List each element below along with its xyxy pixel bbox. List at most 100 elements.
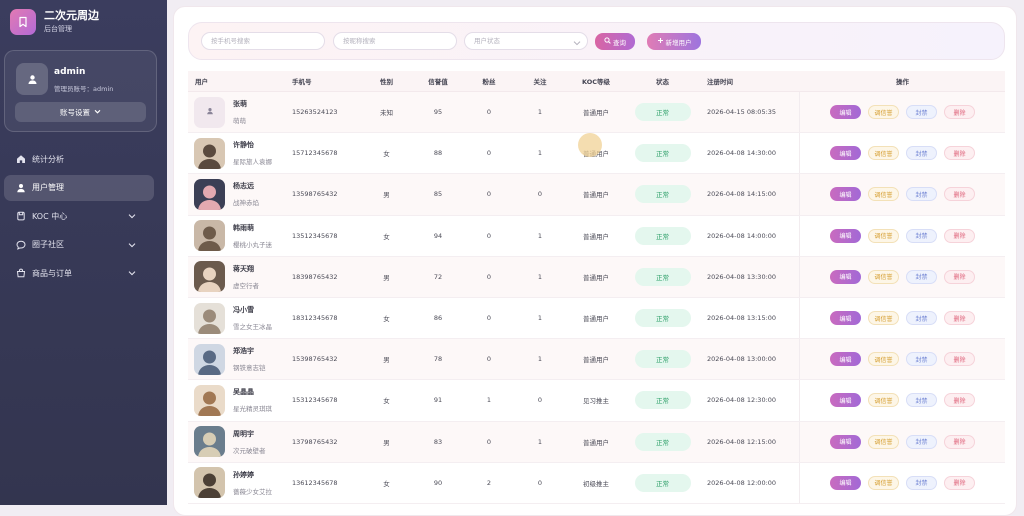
credit-cell: 90 [433, 478, 443, 487]
query-button[interactable]: 查询 [595, 33, 635, 50]
edit-button[interactable]: 编辑 [830, 105, 861, 120]
delete-button[interactable]: 删除 [944, 228, 975, 243]
status-badge: 正常 [634, 391, 691, 410]
nav-item-users[interactable]: 用户管理 [4, 174, 154, 201]
ban-button[interactable]: 封禁 [906, 105, 937, 120]
user-icon [15, 183, 27, 193]
user-avatar-photo [194, 426, 225, 458]
ban-button[interactable]: 封禁 [906, 393, 937, 408]
status-badge: 正常 [634, 103, 691, 122]
delete-button[interactable]: 删除 [944, 311, 975, 326]
admin-avatar [16, 63, 48, 95]
status-cell: 正常 [623, 380, 702, 420]
fans-cell: 0 [486, 355, 492, 364]
ban-button[interactable]: 封禁 [906, 475, 937, 490]
koc-level-cell: 普通用户 [583, 356, 609, 365]
user-avatar-photo [194, 261, 225, 293]
edit-button[interactable]: 编辑 [830, 187, 861, 202]
edit-button[interactable]: 编辑 [830, 311, 861, 326]
phone-search-input[interactable]: 按手机号搜索 [201, 32, 325, 50]
edit-button[interactable]: 编辑 [830, 146, 861, 161]
registered-cell: 2026-04-08 12:30:00 [702, 380, 800, 421]
user-avatar-photo [194, 178, 225, 210]
status-cell: 正常 [623, 463, 702, 503]
ban-button[interactable]: 封禁 [906, 311, 937, 326]
follow-cell: 0 [537, 396, 543, 405]
koc-level-cell: 见习推主 [583, 397, 609, 406]
cursor-highlight [578, 133, 602, 157]
ban-button[interactable]: 封禁 [906, 352, 937, 367]
delete-button[interactable]: 删除 [944, 475, 975, 490]
adjust-credit-button[interactable]: 调信誉 [868, 352, 899, 367]
ban-button[interactable]: 封禁 [906, 269, 937, 284]
ban-button[interactable]: 封禁 [906, 146, 937, 161]
adjust-credit-button[interactable]: 调信誉 [868, 228, 899, 243]
delete-button[interactable]: 删除 [944, 269, 975, 284]
ban-button[interactable]: 封禁 [906, 187, 937, 202]
adjust-credit-button[interactable]: 调信誉 [868, 475, 899, 490]
nav-item-stats[interactable]: 统计分析 [4, 146, 154, 172]
status-badge: 正常 [634, 309, 691, 328]
status-select[interactable]: 用户状态 [464, 32, 588, 50]
user-name: 张萌 [233, 100, 247, 109]
edit-button[interactable]: 编辑 [830, 434, 861, 449]
nav-item-koc[interactable]: KOC 中心 [4, 203, 154, 229]
status-cell: 正常 [623, 339, 702, 379]
chevron-down-icon [94, 108, 101, 117]
edit-button[interactable]: 编辑 [830, 228, 861, 243]
registered-cell: 2026-04-08 12:15:00 [702, 421, 800, 462]
nickname-search-input[interactable]: 按昵称搜索 [333, 32, 457, 50]
account-settings-button[interactable]: 账号设置 [15, 102, 146, 122]
fans-cell: 1 [486, 396, 492, 405]
query-label: 查询 [613, 38, 626, 47]
edit-button[interactable]: 编辑 [830, 393, 861, 408]
delete-button[interactable]: 删除 [944, 393, 975, 408]
adjust-credit-button[interactable]: 调信誉 [868, 311, 899, 326]
adjust-credit-button[interactable]: 调信誉 [868, 146, 899, 161]
follow-cell: 0 [537, 190, 543, 199]
phone-cell: 13798765432 [292, 437, 338, 446]
user-cell: 许静怡 星际旅人袁娜 [188, 133, 292, 173]
status-cell: 正常 [623, 174, 702, 214]
delete-button[interactable]: 删除 [944, 105, 975, 120]
add-user-button[interactable]: 新增用户 [647, 33, 701, 50]
user-name: 韩雨萌 [233, 223, 254, 232]
adjust-credit-button[interactable]: 调信誉 [868, 105, 899, 120]
registered-cell: 2026-04-08 12:00:00 [702, 462, 800, 503]
column-header: KOC等级 [581, 78, 611, 86]
nav-item-community[interactable]: 圈子社区 [4, 232, 154, 258]
user-name: 郑浩宇 [233, 347, 254, 356]
user-name: 吴晶晶 [233, 388, 254, 397]
edit-button[interactable]: 编辑 [830, 269, 861, 284]
home-icon [15, 154, 27, 164]
edit-button[interactable]: 编辑 [830, 475, 861, 490]
nav-label: 商品与订单 [32, 268, 72, 278]
adjust-credit-button[interactable]: 调信誉 [868, 269, 899, 284]
fans-cell: 0 [486, 314, 492, 323]
registered-cell: 2026-04-08 14:15:00 [702, 174, 800, 215]
nav-item-goods-orders[interactable]: 商品与订单 [4, 260, 154, 286]
delete-button[interactable]: 删除 [944, 434, 975, 449]
status-cell: 正常 [623, 422, 702, 462]
delete-button[interactable]: 删除 [944, 352, 975, 367]
column-header: 性别 [380, 78, 393, 86]
ban-button[interactable]: 封禁 [906, 434, 937, 449]
adjust-credit-button[interactable]: 调信誉 [868, 393, 899, 408]
status-cell: 正常 [623, 216, 702, 256]
credit-cell: 91 [433, 396, 443, 405]
adjust-credit-button[interactable]: 调信誉 [868, 434, 899, 449]
delete-button[interactable]: 删除 [944, 146, 975, 161]
gender-cell: 男 [383, 273, 390, 282]
status-badge: 正常 [634, 144, 691, 163]
fans-cell: 0 [486, 437, 492, 446]
table-row: 杨志远 战神赤焰 13598765432 男 85 0 0 普通用户 正常 2026-04-08 … [188, 174, 1005, 216]
user-nickname: 次元破壁者 [233, 446, 266, 455]
adjust-credit-button[interactable]: 调信誉 [868, 187, 899, 202]
actions-cell: 编辑 调信誉 封禁 删除 [800, 174, 1005, 214]
ban-button[interactable]: 封禁 [906, 228, 937, 243]
fans-cell: 0 [486, 149, 492, 158]
delete-button[interactable]: 删除 [944, 187, 975, 202]
phone-cell: 13512345678 [292, 231, 338, 240]
edit-button[interactable]: 编辑 [830, 352, 861, 367]
sidebar-nav: 统计分析 用户管理 KOC 中心 圈子社区 商品与订单 [4, 146, 154, 289]
